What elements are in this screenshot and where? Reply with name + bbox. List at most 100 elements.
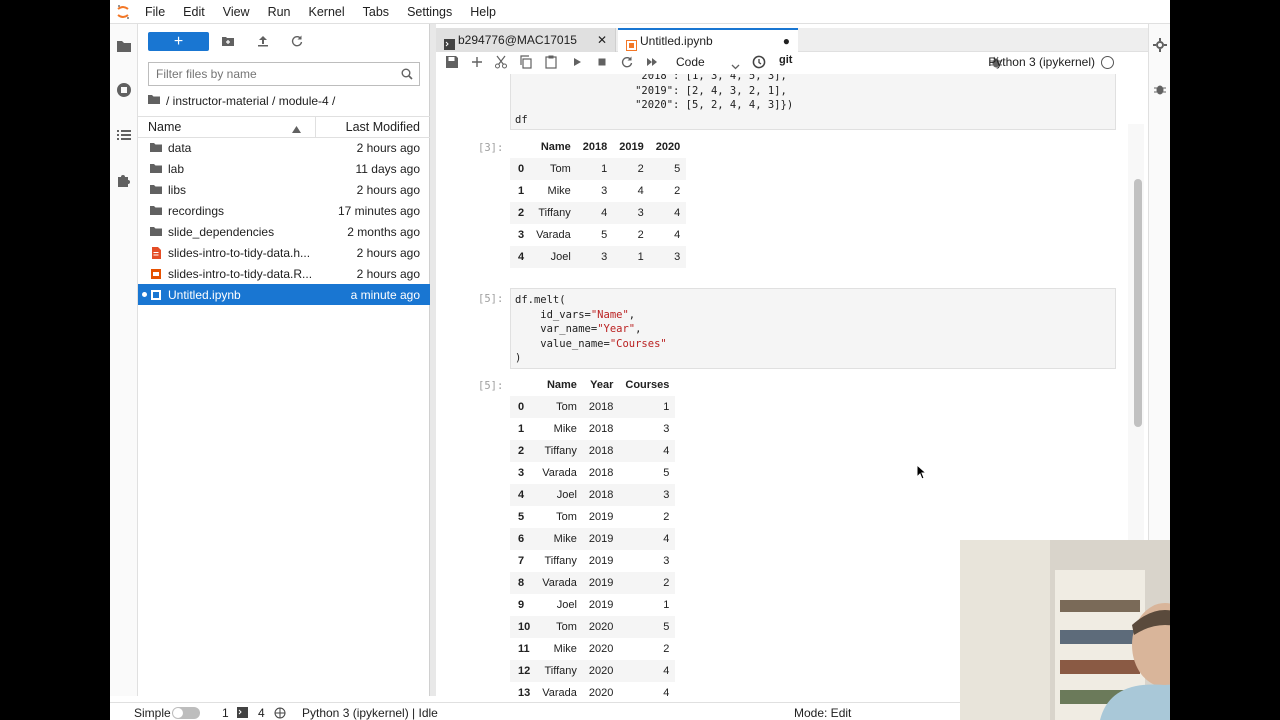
refresh-icon[interactable]: [290, 34, 304, 48]
running-icon[interactable]: [116, 82, 132, 98]
table-cell: 3: [663, 489, 670, 501]
table-cell: 4: [674, 229, 681, 241]
file-browser-toolbar: +: [138, 24, 430, 58]
output-prompt: [5]:: [478, 380, 504, 392]
terminal-count[interactable]: 1: [222, 706, 229, 720]
table-cell: Tom: [550, 163, 571, 175]
unsaved-dot-icon[interactable]: ●: [783, 30, 790, 52]
row-index: 4: [518, 489, 525, 501]
row-index: 11: [518, 643, 530, 655]
code-cell-3[interactable]: "2018": [1, 3, 4, 5, 3], "2019": [2, 4, …: [510, 74, 1116, 130]
toc-icon[interactable]: [116, 127, 132, 143]
insert-cell-icon[interactable]: [470, 55, 484, 69]
file-row-slides-html[interactable]: slides-intro-to-tidy-data.h... 2 hours a…: [138, 242, 430, 263]
row-index: 3: [518, 467, 525, 479]
kernel-name-button[interactable]: Python 3 (ipykernel): [988, 55, 1095, 69]
table-row: 4 Joel 2018 3: [510, 484, 676, 506]
restart-icon[interactable]: [620, 55, 634, 69]
column-modified-header[interactable]: Last Modified: [346, 120, 420, 134]
menu-kernel[interactable]: Kernel: [300, 0, 354, 24]
code-line: "2020": [5, 2, 4, 4, 3]}): [515, 99, 794, 111]
kernel-count[interactable]: 4: [258, 706, 265, 720]
scrollbar-thumb[interactable]: [1134, 179, 1142, 427]
row-index: 10: [518, 621, 531, 633]
row-index: 3: [518, 229, 525, 241]
debugger-icon[interactable]: [1153, 82, 1167, 99]
tab-untitled-ipynb[interactable]: Untitled.ipynb ●: [618, 28, 798, 52]
table-cell: 3: [601, 251, 608, 263]
property-inspector-icon[interactable]: [1153, 38, 1167, 55]
menu-settings[interactable]: Settings: [398, 0, 461, 24]
column-header: 2019: [619, 141, 644, 153]
file-row-slides-rmd[interactable]: slides-intro-to-tidy-data.R... 2 hours a…: [138, 263, 430, 284]
code-text: ,: [628, 308, 636, 321]
breadcrumb-folder-icon[interactable]: [148, 94, 160, 108]
table-cell: 4: [663, 445, 670, 457]
copy-icon[interactable]: [519, 55, 533, 69]
close-icon[interactable]: ✕: [597, 28, 607, 52]
filter-input[interactable]: [149, 63, 389, 85]
save-icon[interactable]: [445, 55, 459, 69]
menu-tabs[interactable]: Tabs: [354, 0, 398, 24]
file-row-recordings[interactable]: recordings 17 minutes ago: [138, 200, 430, 221]
sort-ascending-icon[interactable]: [292, 122, 301, 136]
file-row-untitled-ipynb[interactable]: Untitled.ipynb a minute ago: [138, 284, 430, 305]
table-row: 0 Tom 2018 1: [510, 396, 676, 418]
file-row-data[interactable]: data 2 hours ago: [138, 137, 430, 158]
file-name: libs: [168, 183, 187, 197]
stop-icon[interactable]: [595, 55, 609, 69]
new-folder-icon[interactable]: [221, 34, 235, 48]
menu-edit[interactable]: Edit: [174, 0, 214, 24]
table-cell: Joel: [550, 251, 571, 263]
table-cell: Mike: [553, 533, 577, 545]
git-button[interactable]: git: [779, 54, 792, 66]
cell-type-dropdown[interactable]: Code: [674, 53, 740, 71]
column-header: Year: [590, 379, 614, 391]
table-row: 10 Tom 2020 5: [510, 616, 676, 638]
code-text: ): [515, 352, 522, 364]
toggle-knob: [173, 708, 183, 718]
table-cell: 2019: [588, 533, 614, 545]
table-cell: Tom: [556, 401, 577, 413]
run-icon[interactable]: [570, 55, 584, 69]
mouse-pointer-icon: [916, 463, 928, 483]
file-name: slide_dependencies: [168, 225, 275, 239]
code-text: df.melt(: [515, 294, 566, 306]
restart-run-all-icon[interactable]: [645, 55, 659, 69]
upload-icon[interactable]: [256, 34, 270, 48]
dataframe-output-3: Name 2018 2019 2020 0 Tom 1 2 5 1 Mike 3 4 2 2 Tiff…: [510, 136, 687, 268]
table-row: 9 Joel 2019 1: [510, 594, 675, 616]
terminal-status-icon: [237, 707, 248, 720]
column-divider[interactable]: [315, 117, 316, 137]
kernel-status-text[interactable]: Python 3 (ipykernel) | Idle: [302, 706, 438, 720]
code-text: var_name=: [515, 323, 598, 335]
paste-icon[interactable]: [544, 55, 558, 69]
column-header: Name: [540, 141, 571, 153]
tab-label: Untitled.ipynb: [640, 34, 713, 48]
extension-icon[interactable]: [116, 172, 132, 188]
menu-run[interactable]: Run: [259, 0, 300, 24]
menu-file[interactable]: File: [136, 0, 174, 24]
menu-help[interactable]: Help: [461, 0, 505, 24]
simple-mode-toggle[interactable]: [172, 707, 200, 719]
cut-icon[interactable]: [494, 55, 508, 69]
new-launcher-button[interactable]: +: [148, 32, 209, 51]
tab-terminal[interactable]: b294776@MAC17015 ✕: [436, 28, 616, 52]
column-name-header[interactable]: Name: [148, 120, 181, 134]
file-row-libs[interactable]: libs 2 hours ago: [138, 179, 430, 200]
file-row-slide-dependencies[interactable]: slide_dependencies 2 months ago: [138, 221, 430, 242]
table-cell: Varada: [542, 687, 577, 696]
breadcrumb-path[interactable]: / instructor-material / module-4 /: [166, 94, 335, 108]
clock-icon[interactable]: [752, 55, 766, 69]
folder-icon[interactable]: [116, 38, 132, 54]
menu-view[interactable]: View: [214, 0, 259, 24]
table-cell: 2018: [588, 467, 614, 479]
table-cell: 2: [637, 163, 644, 175]
table-cell: Joel: [556, 599, 577, 611]
row-index: 4: [518, 251, 525, 263]
table-cell: Tom: [556, 621, 577, 633]
code-cell-5[interactable]: df.melt( id_vars="Name", var_name="Year"…: [510, 288, 1116, 369]
file-row-lab[interactable]: lab 11 days ago: [138, 158, 430, 179]
table-row: 12 Tiffany 2020 4: [510, 660, 676, 682]
table-cell: 2: [674, 185, 681, 197]
